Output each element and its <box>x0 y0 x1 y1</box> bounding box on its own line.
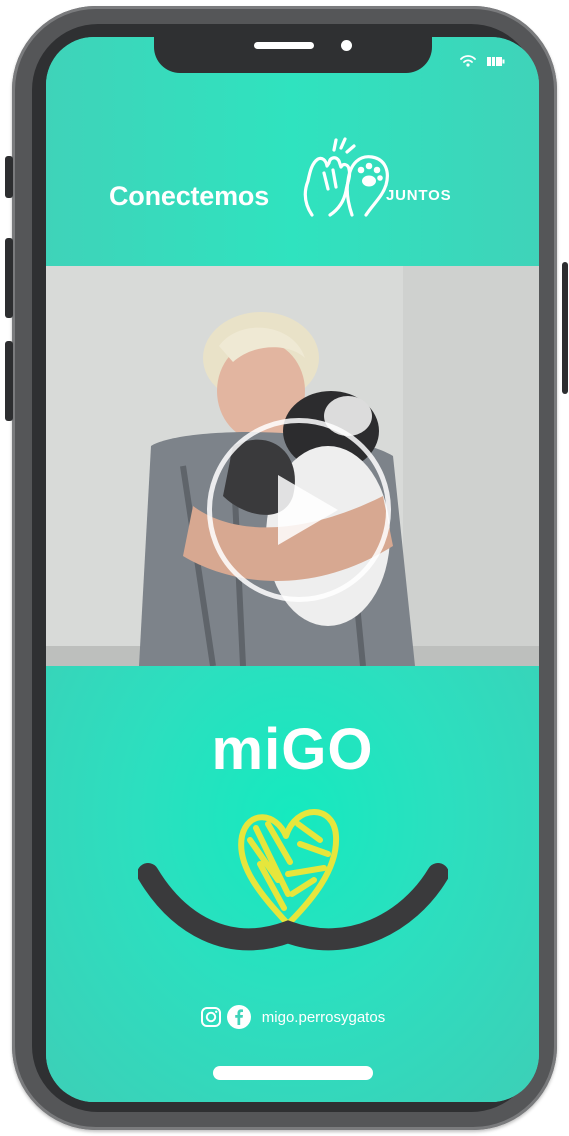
home-indicator[interactable] <box>213 1066 373 1080</box>
play-button[interactable] <box>207 418 391 602</box>
social-links: migo.perrosygatos <box>46 1004 539 1030</box>
social-handle[interactable]: migo.perrosygatos <box>262 1009 385 1026</box>
facebook-icon[interactable] <box>226 1004 252 1030</box>
front-camera <box>341 40 352 51</box>
volume-up-button <box>5 238 13 318</box>
video-thumbnail[interactable] <box>46 266 539 666</box>
play-icon <box>278 475 338 545</box>
volume-down-button <box>5 341 13 421</box>
wifi-icon <box>460 55 476 67</box>
speaker <box>254 42 314 49</box>
notch <box>154 37 432 73</box>
phone-screen: Conectemos JUNTOS miGO migo.perrosygatos <box>46 37 539 1102</box>
mute-switch <box>5 156 13 198</box>
power-button <box>562 262 568 394</box>
battery-icon <box>487 56 505 66</box>
brand-subtitle: JUNTOS <box>386 187 452 204</box>
migo-logo-text: miGO <box>211 717 374 782</box>
brand-title: Conectemos <box>109 181 270 211</box>
brand-panel: miGO migo.perrosygatos <box>46 666 539 1102</box>
hand-paw-logo-icon <box>303 137 389 217</box>
instagram-icon[interactable] <box>200 1006 222 1028</box>
heart-smile-logo-icon <box>138 809 448 951</box>
status-bar <box>460 55 505 67</box>
